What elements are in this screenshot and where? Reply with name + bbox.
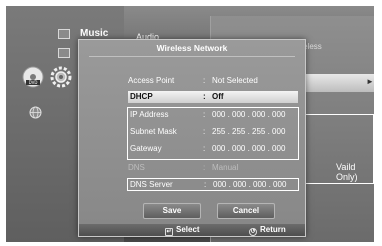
row-value: 000 . 000 . 000 . 000 bbox=[213, 180, 287, 189]
connector-line bbox=[298, 183, 374, 184]
svg-text:DVD: DVD bbox=[29, 80, 38, 85]
row-label: DNS bbox=[128, 163, 145, 172]
return-hint-label: Return bbox=[260, 225, 286, 234]
save-button[interactable]: Save bbox=[143, 203, 201, 219]
subnet-mask-row[interactable]: Subnet Mask : 255 . 255 . 255 . 000 bbox=[128, 126, 298, 138]
disc-icon[interactable]: DVD bbox=[22, 66, 44, 88]
dns-server-row[interactable]: DNS Server : 000 . 000 . 000 . 000 bbox=[127, 178, 299, 191]
globe-icon[interactable] bbox=[29, 106, 42, 119]
row-value: Not Selected bbox=[212, 76, 258, 85]
ip-address-row[interactable]: IP Address : 000 . 000 . 000 . 000 bbox=[128, 109, 298, 121]
valid-only-note: Vaild Only) bbox=[336, 162, 358, 182]
photo-folder-icon bbox=[58, 48, 70, 58]
access-point-row[interactable]: Access Point : Not Selected bbox=[128, 75, 298, 87]
row-separator: : bbox=[203, 92, 206, 101]
return-hint: ↺ Return bbox=[249, 225, 286, 236]
row-value: Off bbox=[212, 92, 224, 101]
row-label: DHCP bbox=[130, 92, 153, 101]
music-label[interactable]: Music bbox=[80, 28, 108, 39]
row-separator: : bbox=[203, 76, 206, 85]
row-separator: : bbox=[203, 110, 206, 119]
select-hint-label: Select bbox=[176, 225, 200, 234]
wireless-network-dialog: Wireless Network Access Point : Not Sele… bbox=[78, 39, 306, 237]
row-label: IP Address bbox=[130, 110, 169, 119]
dialog-footer: ↵ Select ↺ Return bbox=[79, 224, 305, 236]
dns-row: DNS : Manual bbox=[128, 162, 298, 174]
row-value: Manual bbox=[212, 163, 239, 172]
settings-gear-icon[interactable] bbox=[50, 66, 72, 88]
row-value: 000 . 000 . 000 . 000 bbox=[212, 144, 286, 153]
music-folder-icon bbox=[58, 29, 70, 39]
row-label: DNS Server bbox=[130, 180, 173, 189]
dialog-title: Wireless Network bbox=[156, 43, 228, 53]
row-label: Access Point bbox=[128, 76, 175, 85]
select-hint: ↵ Select bbox=[165, 225, 200, 236]
row-separator: : bbox=[204, 180, 207, 189]
screen: Music DVD Audio Wireless ► Vaild Only) W… bbox=[0, 0, 382, 246]
row-label: Subnet Mask bbox=[130, 127, 177, 136]
chevron-right-icon: ► bbox=[366, 77, 374, 86]
gateway-row[interactable]: Gateway : 000 . 000 . 000 . 000 bbox=[128, 143, 298, 155]
dhcp-row[interactable]: DHCP : Off bbox=[128, 91, 298, 103]
title-divider bbox=[89, 56, 295, 57]
connector-line bbox=[298, 114, 374, 115]
row-separator: : bbox=[203, 127, 206, 136]
row-value: 255 . 255 . 255 . 000 bbox=[212, 127, 286, 136]
row-separator: : bbox=[203, 163, 206, 172]
row-value: 000 . 000 . 000 . 000 bbox=[212, 110, 286, 119]
row-label: Gateway bbox=[130, 144, 162, 153]
enter-icon: ↵ bbox=[165, 228, 173, 236]
return-icon: ↺ bbox=[249, 228, 257, 236]
cancel-button[interactable]: Cancel bbox=[217, 203, 275, 219]
connector-line bbox=[373, 114, 374, 184]
row-separator: : bbox=[203, 144, 206, 153]
tv-screen: Music DVD Audio Wireless ► Vaild Only) W… bbox=[6, 6, 374, 242]
